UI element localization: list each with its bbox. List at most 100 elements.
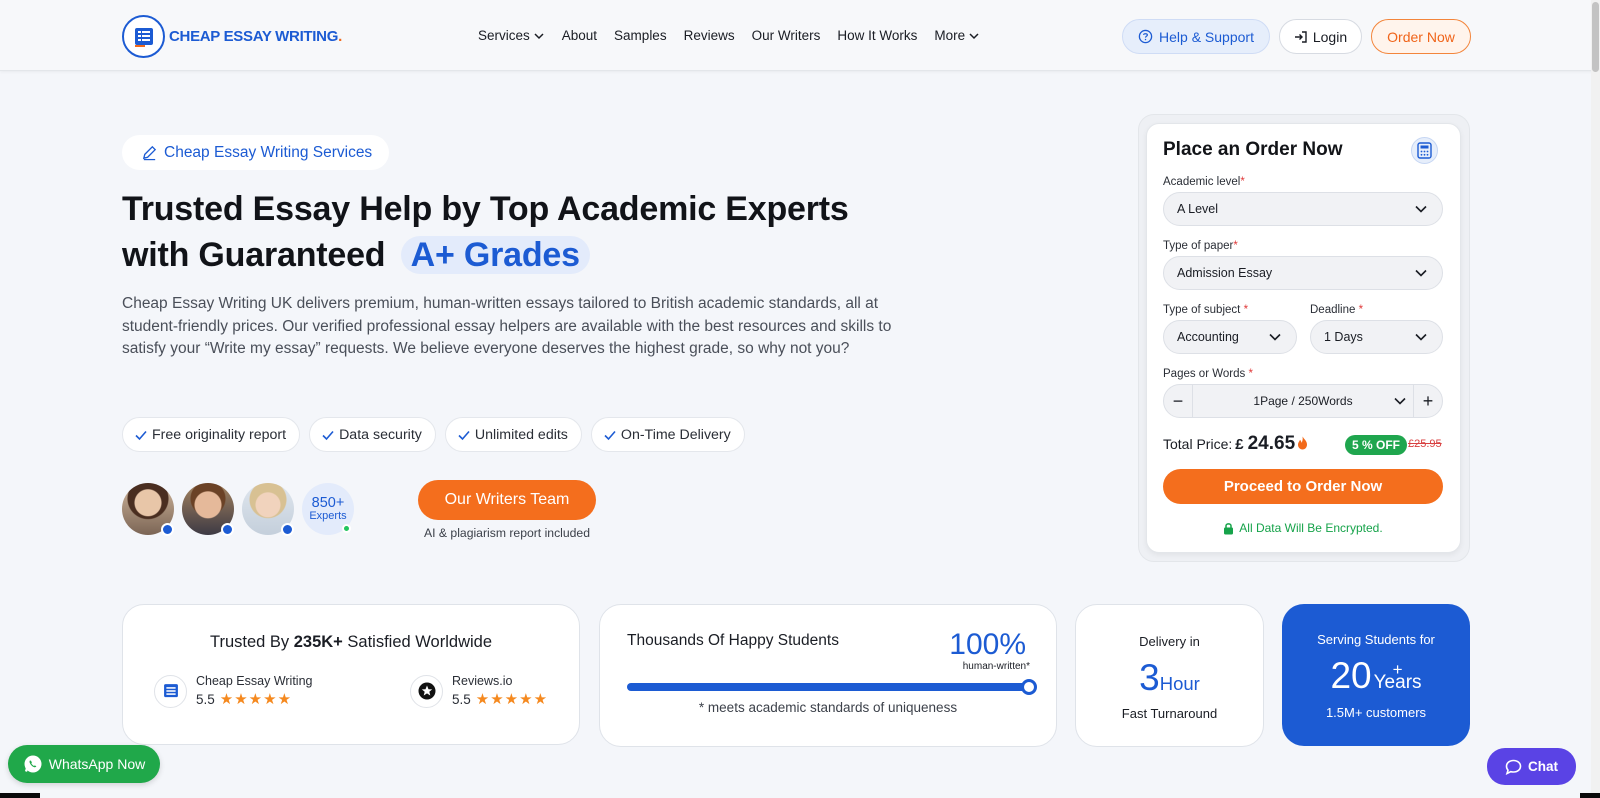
old-price: £25.95 xyxy=(1408,438,1442,450)
calculator-icon xyxy=(1411,137,1438,164)
whatsapp-icon xyxy=(24,755,42,773)
verified-icon xyxy=(161,523,174,536)
writers-team-button[interactable]: Our Writers Team xyxy=(418,480,596,520)
services-pill: Cheap Essay Writing Services xyxy=(122,135,390,170)
logo-text: CHEAP ESSAY WRITING. xyxy=(169,28,342,45)
hero-title: Trusted Essay Help by Top Academic Exper… xyxy=(122,190,849,274)
chevron-down-icon xyxy=(1269,333,1281,341)
paper-type-select[interactable]: Admission Essay xyxy=(1163,256,1443,290)
paper-type-label: Type of paper* xyxy=(1163,240,1238,252)
pages-select[interactable]: 1Page / 250Words xyxy=(1193,385,1413,417)
progress-knob xyxy=(1021,679,1037,695)
lock-icon xyxy=(1224,522,1234,534)
avatar xyxy=(242,483,294,536)
scrollbar-thumb[interactable] xyxy=(1592,2,1599,72)
feature-on-time-delivery: On-Time Delivery xyxy=(590,417,745,452)
check-icon xyxy=(322,430,334,440)
deadline-select[interactable]: 1 Days xyxy=(1310,320,1443,354)
serving-label: Serving Students for xyxy=(1317,632,1435,647)
nav-more[interactable]: More xyxy=(934,28,980,43)
chevron-down-icon xyxy=(1415,269,1427,277)
encryption-note: All Data Will Be Encrypted. xyxy=(1163,521,1443,535)
customers-count: 1.5M+ customers xyxy=(1325,705,1427,720)
chevron-down-icon xyxy=(534,32,544,39)
nav-our-writers[interactable]: Our Writers xyxy=(752,28,821,43)
price-amount: 24.65 xyxy=(1247,433,1296,454)
chat-button[interactable]: Chat xyxy=(1487,748,1576,785)
order-title: Place an Order Now xyxy=(1163,139,1343,160)
whatsapp-button[interactable]: WhatsApp Now xyxy=(8,745,160,783)
trusted-card: Trusted By 235K+ Satisfied Worldwide Che… xyxy=(122,604,580,745)
avatar xyxy=(122,483,174,536)
login-arrow-icon xyxy=(1294,30,1307,43)
site-logo[interactable]: CHEAP ESSAY WRITING. xyxy=(122,15,342,58)
subject-select[interactable]: Accounting xyxy=(1163,320,1297,354)
review-source-reviewsio[interactable]: Reviews.io 5.5 ★★★★★ xyxy=(410,674,548,708)
help-support-button[interactable]: Help & Support xyxy=(1122,19,1270,54)
star-rating-icon: ★★★★★ xyxy=(219,691,293,708)
nav-about[interactable]: About xyxy=(562,28,597,43)
reviewsio-star-icon xyxy=(410,674,443,708)
delivery-subtitle: Fast Turnaround xyxy=(1121,706,1218,721)
decrement-button[interactable]: − xyxy=(1164,385,1193,417)
grade-highlight: A+ Grades xyxy=(400,236,590,274)
review-source-site[interactable]: Cheap Essay Writing 5.5 ★★★★★ xyxy=(154,674,313,708)
site-logo-icon xyxy=(154,674,187,708)
delivery-card: Delivery in 3Hour Fast Turnaround xyxy=(1075,604,1264,747)
star-rating-icon: ★★★★★ xyxy=(475,691,549,708)
fire-icon xyxy=(1297,436,1308,453)
nav-reviews[interactable]: Reviews xyxy=(684,28,735,43)
trusted-title: Trusted By 235K+ Satisfied Worldwide xyxy=(209,633,493,651)
question-circle-icon xyxy=(1138,29,1153,44)
check-icon xyxy=(458,430,470,440)
writers-note: AI & plagiarism report included xyxy=(424,526,590,540)
verified-icon xyxy=(281,523,294,536)
uniqueness-note: * meets academic standards of uniqueness xyxy=(698,700,958,715)
feature-unlimited-edits: Unlimited edits xyxy=(444,417,582,452)
check-icon xyxy=(604,430,616,440)
delivery-label: Delivery in xyxy=(1139,634,1200,649)
hero-description: Cheap Essay Writing UK delivers premium,… xyxy=(122,295,892,357)
pages-stepper: − 1Page / 250Words + xyxy=(1163,384,1443,418)
chevron-down-icon xyxy=(1415,205,1427,213)
happy-students-card: Thousands Of Happy Students 100% human-w… xyxy=(599,604,1057,747)
online-indicator xyxy=(342,524,351,533)
human-written-percent: 100% xyxy=(949,628,1026,661)
feature-list: Free originality report Data security Un… xyxy=(122,417,745,452)
verified-icon xyxy=(221,523,234,536)
chevron-down-icon xyxy=(1415,333,1427,341)
discount-badge: 5 % OFF xyxy=(1345,435,1408,455)
expert-avatars: 850+ Experts xyxy=(122,483,354,536)
feature-originality: Free originality report xyxy=(122,417,301,452)
subject-label: Type of subject * xyxy=(1163,304,1249,316)
window-bottom-edge xyxy=(0,793,1600,798)
feature-data-security: Data security xyxy=(309,417,436,452)
academic-level-label: Academic level* xyxy=(1163,176,1245,188)
serving-years: 20 + Years xyxy=(1330,655,1422,696)
human-written-label: human-written* xyxy=(962,661,1030,672)
pages-label: Pages or Words * xyxy=(1163,368,1253,380)
total-price: Total Price: £ 24.65 xyxy=(1163,433,1308,455)
academic-level-select[interactable]: A Level xyxy=(1163,192,1443,226)
nav-how-it-works[interactable]: How It Works xyxy=(837,28,917,43)
experts-count-badge: 850+ Experts xyxy=(302,483,354,535)
human-written-progress xyxy=(627,679,1037,695)
scrollbar[interactable] xyxy=(1591,0,1600,798)
main-nav: Services About Samples Reviews Our Write… xyxy=(478,28,997,43)
increment-button[interactable]: + xyxy=(1413,385,1442,417)
nav-samples[interactable]: Samples xyxy=(614,28,667,43)
chat-bubble-icon xyxy=(1505,759,1522,775)
avatar xyxy=(182,483,234,536)
order-now-button[interactable]: Order Now xyxy=(1371,19,1471,54)
check-icon xyxy=(135,430,147,440)
happy-students-title: Thousands Of Happy Students xyxy=(627,632,839,649)
progress-fill xyxy=(627,683,1029,691)
login-button[interactable]: Login xyxy=(1279,19,1362,54)
nav-services[interactable]: Services xyxy=(478,28,545,43)
logo-book-icon xyxy=(122,15,165,58)
site-header: CHEAP ESSAY WRITING. Services About Samp… xyxy=(0,0,1600,71)
chevron-down-icon xyxy=(969,32,979,39)
delivery-time: 3Hour xyxy=(1139,657,1200,698)
pencil-icon xyxy=(142,145,157,161)
proceed-order-button[interactable]: Proceed to Order Now xyxy=(1163,469,1443,504)
